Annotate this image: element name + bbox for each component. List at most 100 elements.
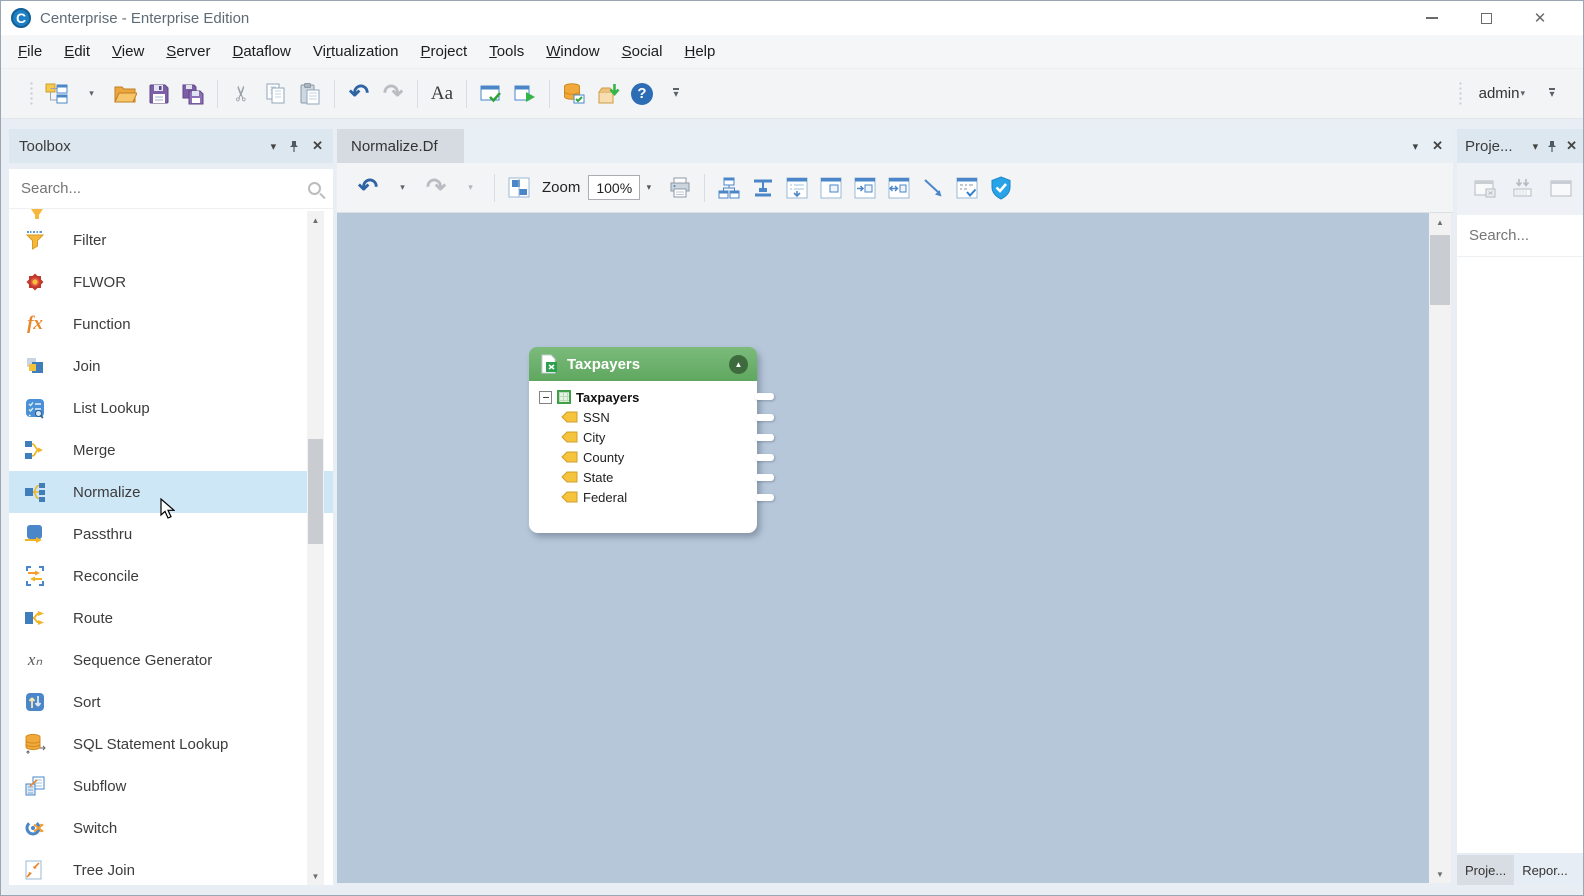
draw-link-button[interactable] <box>918 171 948 205</box>
toolbar-grip[interactable] <box>29 81 34 107</box>
field-row-state[interactable]: State <box>539 467 751 487</box>
doc-undo-button[interactable]: ↶ <box>353 171 383 205</box>
new-project-item-icon[interactable] <box>1549 178 1573 200</box>
tab-normalize-df[interactable]: Normalize.Df <box>337 129 464 163</box>
toolbox-item-route[interactable]: Route <box>9 597 333 639</box>
toolbox-item-passthru[interactable]: Passthru <box>9 513 333 555</box>
output-port[interactable] <box>755 434 774 441</box>
toolbar-options-button[interactable]: ▾ <box>1537 77 1567 111</box>
output-port[interactable] <box>755 393 774 400</box>
menu-social[interactable]: Social <box>611 37 674 66</box>
toolbox-item-join[interactable]: Join <box>9 345 333 387</box>
scrollbar-thumb[interactable] <box>1430 235 1450 305</box>
toolbox-item-reconcile[interactable]: Reconcile <box>9 555 333 597</box>
scroll-up-icon[interactable]: ▲ <box>307 211 324 229</box>
scroll-down-icon[interactable]: ▼ <box>1429 865 1451 883</box>
taxpayers-node[interactable]: Taxpayers ▲ Taxpayers SSN City <box>529 347 757 533</box>
toolbox-item-list-lookup[interactable]: List Lookup <box>9 387 333 429</box>
scroll-up-icon[interactable]: ▲ <box>1429 213 1451 231</box>
toolbox-scrollbar[interactable]: ▲ ▼ <box>307 211 324 885</box>
toolbox-item-normalize[interactable]: Normalize <box>9 471 333 513</box>
print-button[interactable] <box>665 171 695 205</box>
panel-close-icon[interactable]: ✕ <box>1566 138 1577 154</box>
resize-node-button[interactable] <box>884 171 914 205</box>
minimize-button[interactable] <box>1417 7 1447 29</box>
taxpayers-node-header[interactable]: Taxpayers ▲ <box>529 347 757 381</box>
tab-list-icon[interactable]: ▾ <box>1413 140 1419 153</box>
field-row-ssn[interactable]: SSN <box>539 407 751 427</box>
tab-report[interactable]: Repor... <box>1514 855 1576 885</box>
menu-project[interactable]: Project <box>410 37 479 66</box>
output-port[interactable] <box>755 414 774 421</box>
zoom-dropdown-icon[interactable]: ▾ <box>640 175 657 200</box>
pin-icon[interactable] <box>288 140 300 153</box>
help-button[interactable]: ? <box>627 77 657 111</box>
run-dataflow-button[interactable] <box>510 77 540 111</box>
paste-button[interactable] <box>295 77 325 111</box>
menu-file[interactable]: File <box>7 37 53 66</box>
maximize-button[interactable] <box>1471 7 1501 29</box>
expand-nodes-button[interactable] <box>782 171 812 205</box>
menu-tools[interactable]: Tools <box>478 37 535 66</box>
deploy-button[interactable] <box>593 77 623 111</box>
menu-view[interactable]: View <box>101 37 155 66</box>
auto-layout-button[interactable] <box>714 171 744 205</box>
cut-button[interactable]: ✂ <box>227 77 257 111</box>
open-button[interactable] <box>110 77 140 111</box>
goto-node-button[interactable] <box>850 171 880 205</box>
font-button[interactable]: Aa <box>427 77 457 111</box>
toolbox-item-filter[interactable]: Filter <box>9 219 333 261</box>
toolbox-item-function[interactable]: fxFunction <box>9 303 333 345</box>
panel-menu-icon[interactable]: ▾ <box>271 140 277 153</box>
scrollbar-thumb[interactable] <box>308 439 323 544</box>
copy-button[interactable] <box>261 77 291 111</box>
toggle-panel-button[interactable] <box>504 171 534 205</box>
toolbar-grip[interactable] <box>1458 81 1463 107</box>
doc-redo-dropdown[interactable]: ▾ <box>455 171 485 205</box>
toolbox-item-sequence-generator[interactable]: xₙSequence Generator <box>9 639 333 681</box>
dataflow-canvas[interactable]: Taxpayers ▲ Taxpayers SSN City <box>337 213 1429 883</box>
menu-server[interactable]: Server <box>155 37 221 66</box>
toolbox-item-sort[interactable]: Sort <box>9 681 333 723</box>
output-port[interactable] <box>755 454 774 461</box>
output-port[interactable] <box>755 474 774 481</box>
collapse-tree-icon[interactable] <box>539 391 552 404</box>
field-row-federal[interactable]: Federal <box>539 487 751 507</box>
tab-project-explorer[interactable]: Proje... <box>1457 855 1514 885</box>
tab-close-icon[interactable]: ✕ <box>1432 138 1443 154</box>
toolbox-item-switch[interactable]: Switch <box>9 807 333 849</box>
project-search-input[interactable] <box>1469 227 1584 244</box>
doc-undo-dropdown[interactable]: ▾ <box>387 171 417 205</box>
toolbox-item-subflow[interactable]: Subflow <box>9 765 333 807</box>
show-node-panel-button[interactable] <box>816 171 846 205</box>
panel-close-icon[interactable]: ✕ <box>312 138 323 154</box>
verify-dataflow-button[interactable] <box>986 171 1016 205</box>
menu-dataflow[interactable]: Dataflow <box>222 37 302 66</box>
output-port[interactable] <box>755 494 774 501</box>
new-dropdown-button[interactable]: ▾ <box>76 77 106 111</box>
layout-horizontal-button[interactable] <box>748 171 778 205</box>
toolbox-item-merge[interactable]: Merge <box>9 429 333 471</box>
admin-menu-button[interactable]: admin ▾ <box>1479 77 1525 111</box>
validate-dataflow-button[interactable] <box>476 77 506 111</box>
close-project-icon[interactable] <box>1473 178 1497 200</box>
doc-redo-button[interactable]: ↷ <box>421 171 451 205</box>
tree-root-row[interactable]: Taxpayers <box>539 387 751 407</box>
panel-menu-icon[interactable]: ▾ <box>1533 140 1539 153</box>
redo-button[interactable]: ↷ <box>378 77 408 111</box>
toolbar-overflow-button[interactable]: ▾ <box>661 77 691 111</box>
save-all-button[interactable] <box>178 77 208 111</box>
toolbox-item-sql-statement-lookup[interactable]: SQL Statement Lookup <box>9 723 333 765</box>
database-job-button[interactable] <box>559 77 589 111</box>
collapse-node-button[interactable]: ▲ <box>729 355 748 374</box>
pin-icon[interactable] <box>1546 140 1558 153</box>
toolbox-search-input[interactable] <box>21 180 308 197</box>
canvas-scrollbar[interactable]: ▲ ▼ <box>1429 213 1451 883</box>
menu-window[interactable]: Window <box>535 37 610 66</box>
undo-button[interactable]: ↶ <box>344 77 374 111</box>
menu-help[interactable]: Help <box>673 37 726 66</box>
close-button[interactable]: ✕ <box>1525 7 1555 29</box>
preview-data-button[interactable] <box>952 171 982 205</box>
field-row-county[interactable]: County <box>539 447 751 467</box>
toolbox-item-tree-join[interactable]: Tree Join <box>9 849 333 885</box>
